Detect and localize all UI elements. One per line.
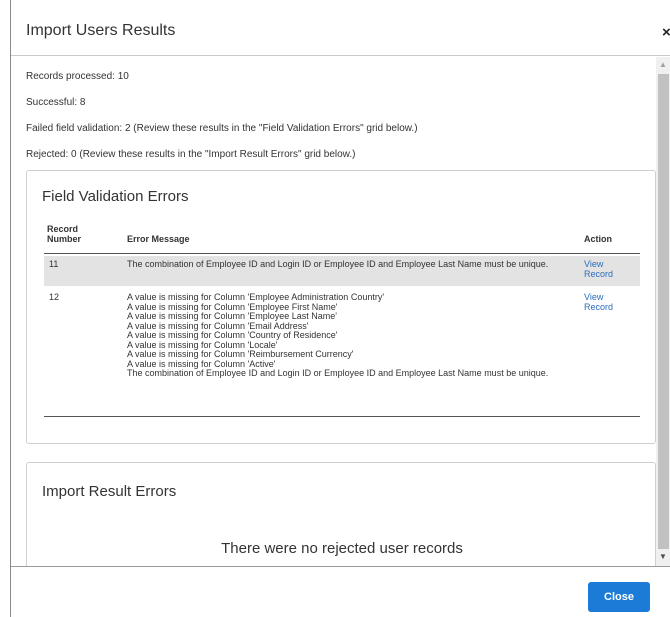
dialog-title: Import Users Results: [26, 22, 176, 39]
arrow-up-icon[interactable]: ▲: [659, 60, 667, 69]
dialog-header: Import Users Results ×: [11, 0, 670, 56]
import-users-results-dialog: Import Users Results × Records processed…: [10, 0, 670, 617]
column-header-record-number: Record Number: [47, 224, 82, 244]
close-button[interactable]: Close: [588, 582, 650, 612]
grid-header-divider: [44, 253, 640, 254]
empty-state-message: There were no rejected user records: [221, 540, 463, 557]
view-record-link[interactable]: View Record: [584, 292, 634, 312]
field-validation-panel: Field Validation Errors Record Number Er…: [26, 170, 656, 444]
error-message-cell: The combination of Employee ID and Login…: [127, 259, 577, 270]
column-header-error-message: Error Message: [127, 234, 190, 244]
close-icon[interactable]: ×: [662, 24, 670, 41]
dialog-body: Records processed: 10 Successful: 8 Fail…: [11, 57, 670, 567]
import-result-title: Import Result Errors: [42, 483, 177, 500]
error-message-cell: A value is missing for Column 'Employee …: [127, 292, 577, 379]
scrollbar-thumb[interactable]: [658, 74, 669, 549]
record-number-cell: 11: [49, 259, 59, 269]
arrow-down-icon[interactable]: ▼: [659, 552, 667, 561]
table-row: 12 A value is missing for Column 'Employ…: [44, 289, 640, 417]
view-record-link[interactable]: View Record: [584, 259, 634, 279]
column-header-action: Action: [584, 234, 612, 244]
error-message-line: The combination of Employee ID and Login…: [127, 259, 549, 269]
table-row: 11 The combination of Employee ID and Lo…: [44, 256, 640, 286]
error-message-line: The combination of Employee ID and Login…: [127, 368, 549, 378]
field-validation-title: Field Validation Errors: [42, 188, 189, 205]
failed-validation-text: Failed field validation: 2 (Review these…: [26, 123, 418, 134]
rejected-text: Rejected: 0 (Review these results in the…: [26, 149, 356, 160]
records-processed-text: Records processed: 10: [26, 71, 129, 82]
import-result-panel: Import Result Errors There were no rejec…: [26, 462, 656, 566]
successful-text: Successful: 8: [26, 97, 86, 108]
record-number-cell: 12: [49, 292, 60, 302]
vertical-scrollbar[interactable]: ▲ ▼: [656, 57, 670, 566]
